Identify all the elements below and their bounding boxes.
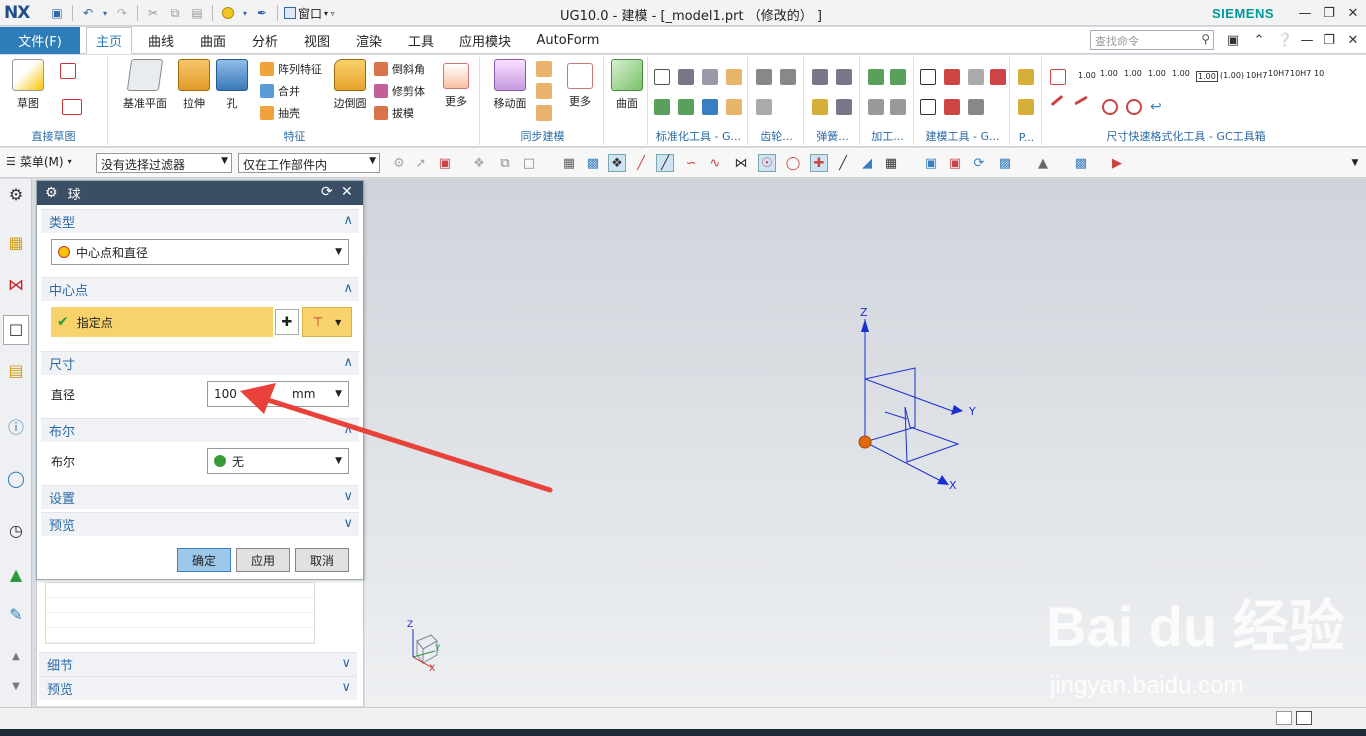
annotation-overlay	[240, 383, 553, 493]
status-icon[interactable]	[1276, 711, 1292, 725]
taskbar	[0, 729, 1366, 736]
annotation-arrow-shaft	[265, 397, 553, 493]
status-icon[interactable]	[1296, 711, 1312, 725]
status-bar	[0, 707, 1366, 729]
